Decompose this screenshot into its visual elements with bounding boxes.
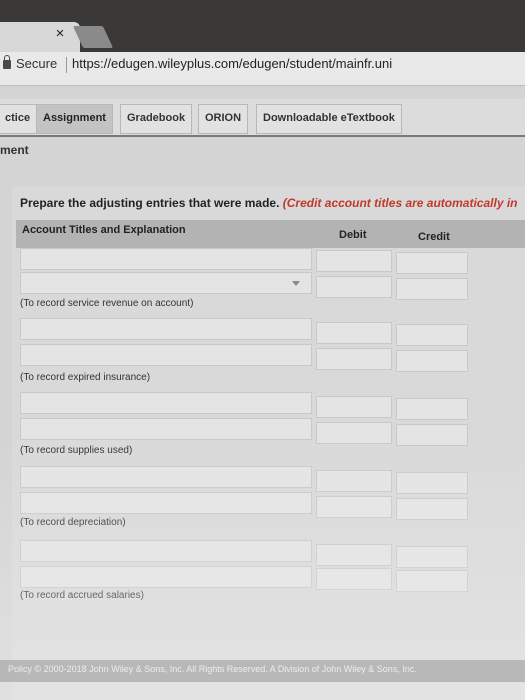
debit-input[interactable]	[316, 250, 392, 272]
section-title: ment	[0, 143, 29, 157]
account-title-input[interactable]	[20, 272, 312, 294]
secure-label: Secure	[16, 56, 58, 71]
browser-tab[interactable]	[0, 22, 80, 52]
debit-input[interactable]	[316, 276, 392, 298]
header-credit: Credit	[418, 231, 450, 243]
debit-input[interactable]	[316, 422, 392, 444]
chevron-down-icon[interactable]	[292, 281, 300, 286]
credit-input[interactable]	[396, 570, 468, 592]
account-title-input[interactable]	[20, 318, 312, 340]
entry-explanation: (To record supplies used)	[20, 445, 133, 456]
account-title-input[interactable]	[20, 540, 312, 562]
account-title-input[interactable]	[20, 392, 312, 414]
tab-downloadable-etextbook[interactable]: Downloadable eTextbook	[256, 104, 402, 134]
credit-input[interactable]	[396, 324, 468, 346]
credit-input[interactable]	[396, 424, 468, 446]
credit-input[interactable]	[396, 252, 468, 274]
lock-icon	[3, 55, 11, 69]
debit-input[interactable]	[316, 496, 392, 518]
entry-explanation: (To record accrued salaries)	[20, 590, 144, 601]
account-title-input[interactable]	[20, 566, 312, 588]
debit-input[interactable]	[316, 470, 392, 492]
tab-close-icon[interactable]: ×	[52, 26, 68, 42]
account-title-input[interactable]	[20, 418, 312, 440]
entry-explanation: (To record service revenue on account)	[20, 298, 194, 309]
tab-gradebook[interactable]: Gradebook	[120, 104, 193, 134]
entry-explanation: (To record expired insurance)	[20, 372, 151, 383]
tab-orion[interactable]: ORION	[198, 104, 249, 134]
debit-input[interactable]	[316, 322, 392, 344]
entry-explanation: (To record depreciation)	[20, 517, 126, 528]
debit-input[interactable]	[316, 568, 392, 590]
credit-input[interactable]	[396, 350, 468, 372]
url-divider	[66, 57, 67, 73]
credit-input[interactable]	[396, 398, 468, 420]
debit-input[interactable]	[316, 348, 392, 370]
debit-input[interactable]	[316, 396, 392, 418]
instruction-text: Prepare the adjusting entries that were …	[20, 196, 518, 210]
credit-input[interactable]	[396, 472, 468, 494]
account-title-input[interactable]	[20, 466, 312, 488]
footer-copyright: Policy © 2000-2018 John Wiley & Sons, In…	[8, 664, 417, 674]
header-debit: Debit	[339, 229, 367, 241]
credit-input[interactable]	[396, 546, 468, 568]
debit-input[interactable]	[316, 544, 392, 566]
account-title-input[interactable]	[20, 248, 312, 270]
credit-input[interactable]	[396, 498, 468, 520]
header-account-titles: Account Titles and Explanation	[22, 224, 186, 236]
instruction-main: Prepare the adjusting entries that were …	[20, 196, 280, 210]
url-text[interactable]: https://edugen.wileyplus.com/edugen/stud…	[72, 56, 392, 71]
instruction-note: (Credit account titles are automatically…	[282, 196, 518, 210]
account-title-input[interactable]	[20, 492, 312, 514]
tab-practice[interactable]: ctice	[0, 104, 38, 134]
tab-assignment[interactable]: Assignment	[36, 104, 113, 134]
account-title-input[interactable]	[20, 344, 312, 366]
credit-input[interactable]	[396, 278, 468, 300]
